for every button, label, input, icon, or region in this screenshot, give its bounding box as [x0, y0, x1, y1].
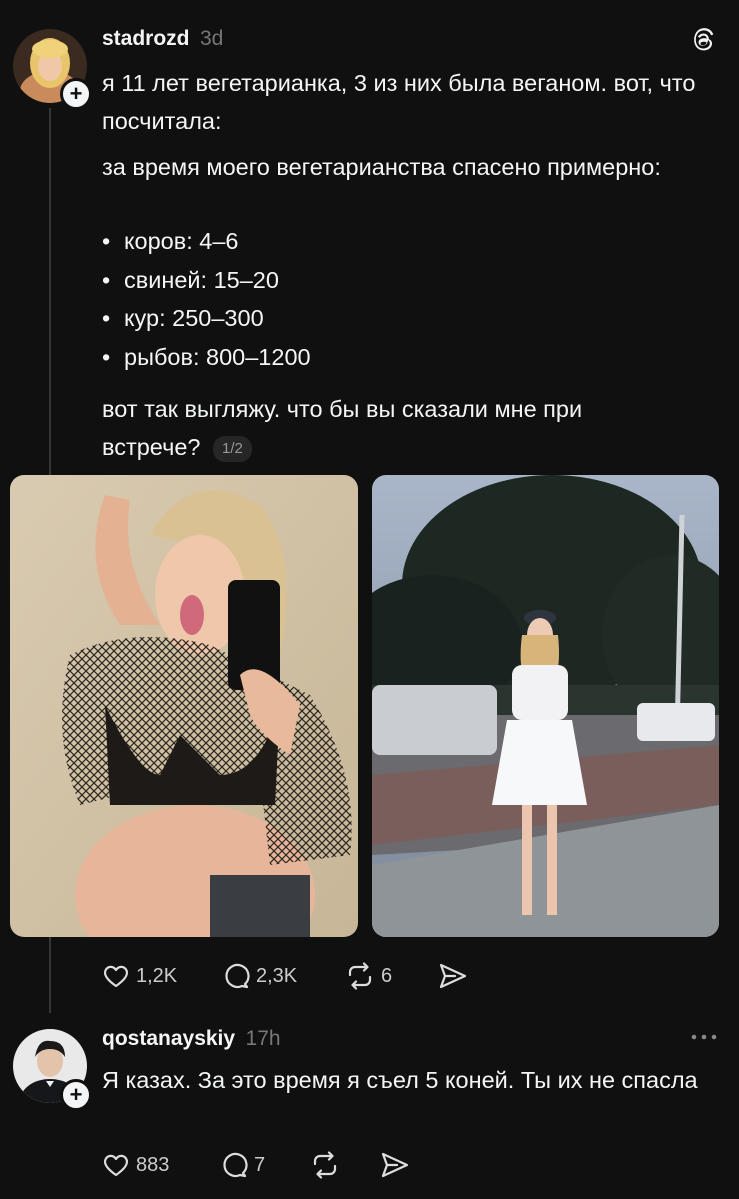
reply-repost-button[interactable] [310, 1151, 340, 1179]
post-para2: за время моего вегетарианства спасено пр… [102, 154, 661, 180]
list-item: • свиней: 15–20 [102, 266, 279, 293]
comment-button[interactable]: 2,3K [222, 962, 297, 990]
reply-username[interactable]: qostanayskiy [102, 1027, 235, 1050]
reply-time: 17h [245, 1027, 281, 1050]
repost-icon [348, 962, 372, 990]
repost-icon [313, 1151, 337, 1179]
plus-icon: + [69, 1082, 83, 1107]
post-question-text: вот так выгляжу. что бы вы сказали мне п… [102, 396, 583, 460]
reply-comment-count: 7 [254, 1153, 266, 1176]
reply-like-count: 883 [136, 1153, 170, 1176]
follow-button[interactable]: + [60, 78, 92, 110]
heart-icon [104, 1154, 128, 1177]
page-indicator: 1/2 [213, 435, 252, 462]
threads-icon[interactable] [688, 26, 718, 56]
like-button[interactable]: 1,2K [102, 962, 177, 990]
send-icon [381, 1152, 409, 1178]
post-header: stadrozd 3d [102, 27, 223, 51]
comment-icon [223, 1152, 248, 1178]
reply-comment-button[interactable]: 7 [220, 1151, 265, 1179]
bullet-text: рыбов: 800–1200 [124, 343, 311, 370]
reply-header: qostanayskiy 17h [102, 1027, 281, 1051]
reply-text: Я казах. За это время я съел 5 коней. Ты… [102, 1067, 698, 1093]
bullet-text: кур: 250–300 [124, 305, 264, 331]
comment-icon [225, 963, 250, 989]
heart-icon [104, 965, 128, 988]
send-icon [439, 963, 467, 989]
post-intro: я 11 лет вегетарианка, 3 из них была вег… [102, 70, 696, 134]
post-bullet-list: • коров: 4–6 • свиней: 15–20 • кур: 250–300… [102, 222, 602, 376]
post-time: 3d [199, 27, 224, 50]
list-item: • коров: 4–6 [102, 228, 239, 254]
repost-count: 6 [381, 964, 393, 987]
bullet-text: свиней: 15–20 [124, 266, 279, 293]
comment-count: 2,3K [256, 964, 298, 987]
reply-share-button[interactable] [380, 1151, 410, 1179]
post-username[interactable]: stadrozd [102, 27, 190, 50]
list-item: • рыбов: 800–1200 [102, 343, 311, 370]
reply-follow-button[interactable]: + [60, 1079, 92, 1111]
more-icon [691, 1034, 717, 1040]
bullet-text: коров: 4–6 [124, 228, 239, 254]
like-count: 1,2K [136, 964, 178, 987]
post-photo-2[interactable] [372, 475, 719, 937]
more-button[interactable] [690, 1030, 718, 1044]
repost-button[interactable]: 6 [345, 962, 392, 990]
plus-icon: + [69, 81, 83, 106]
share-button[interactable] [438, 962, 468, 990]
post-photo-1[interactable] [10, 475, 358, 937]
post-question: вот так выгляжу. что бы вы сказали мне п… [102, 390, 662, 466]
list-item: • кур: 250–300 [102, 305, 264, 331]
reply-like-button[interactable]: 883 [102, 1151, 169, 1179]
